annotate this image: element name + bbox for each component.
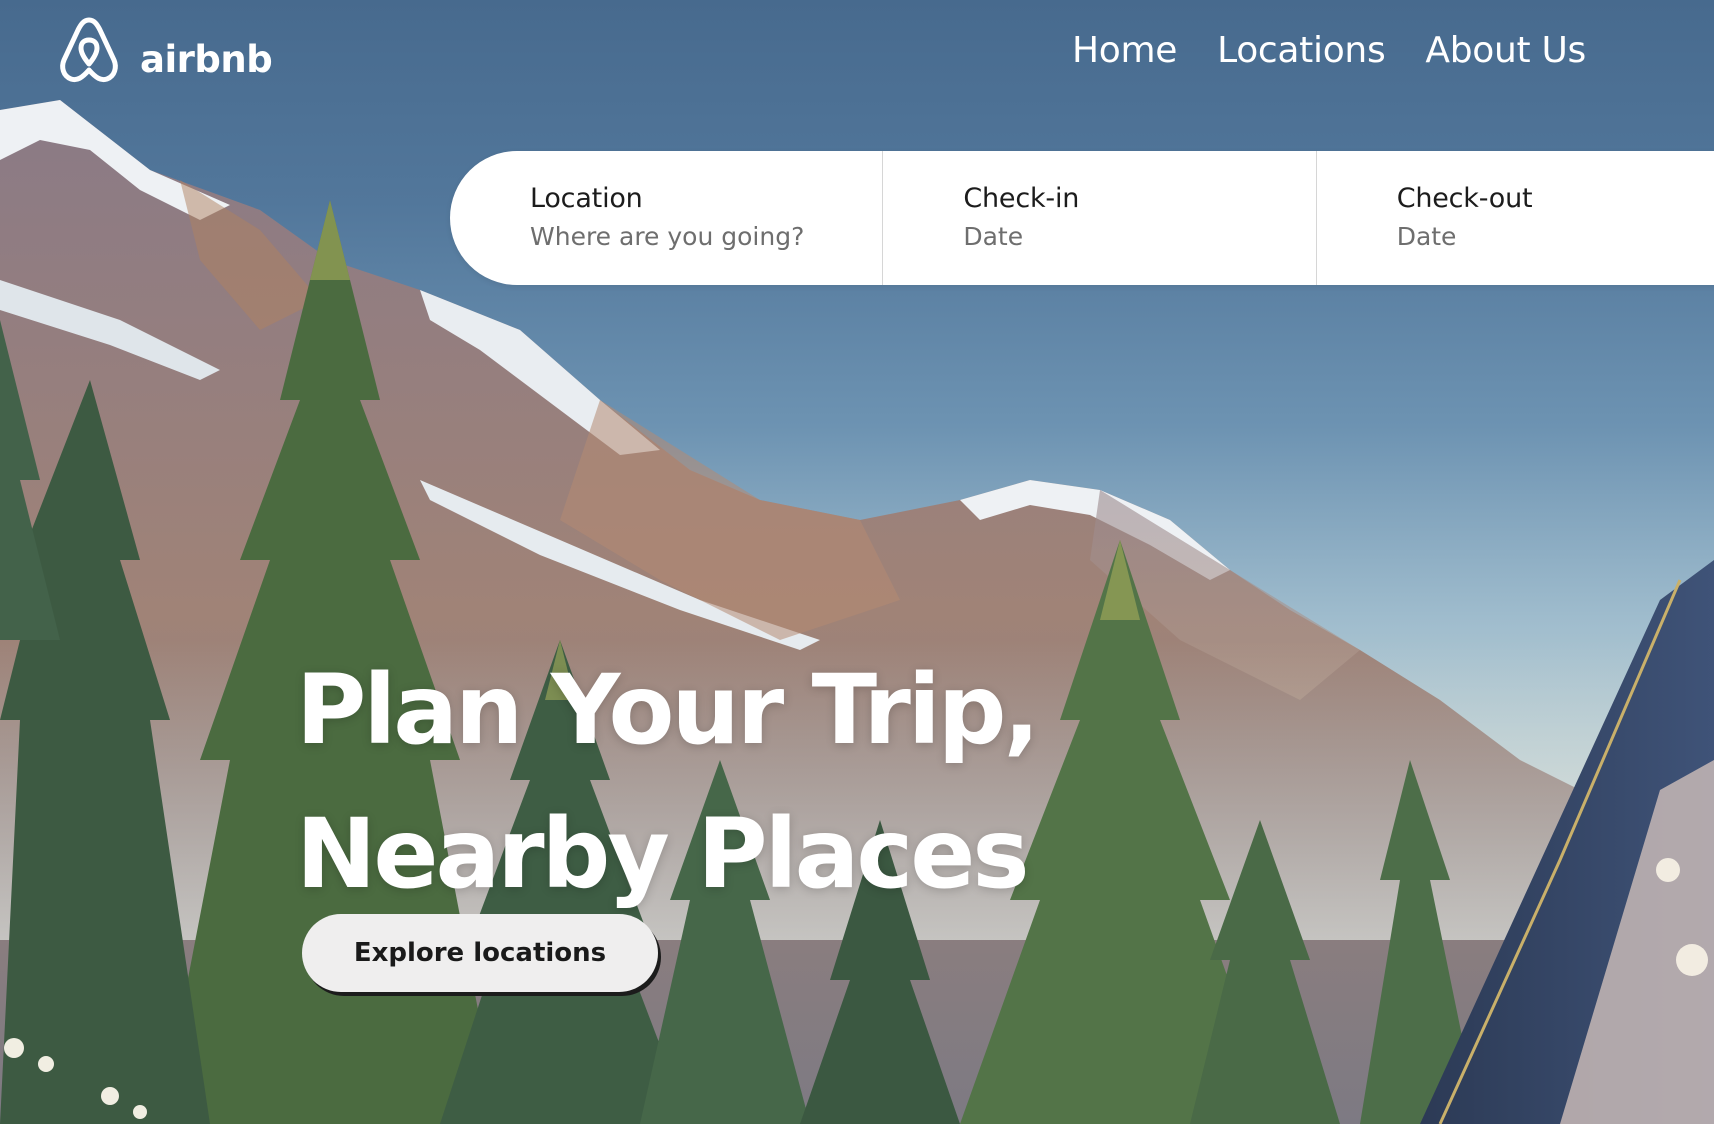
hero-title: Plan Your Trip, Nearby Places — [296, 638, 1040, 926]
location-label: Location — [530, 183, 643, 214]
brand-logo[interactable]: airbnb — [58, 16, 273, 84]
brand-name: airbnb — [140, 37, 273, 81]
explore-locations-button[interactable]: Explore locations — [302, 914, 658, 992]
search-bar: Location Check-in Check-out — [450, 151, 1714, 285]
hero-title-line-1: Plan Your Trip, — [296, 654, 1040, 766]
nav-link-about-us[interactable]: About Us — [1425, 30, 1586, 71]
search-field-location[interactable]: Location — [450, 151, 884, 285]
check-out-label: Check-out — [1396, 183, 1533, 214]
airbnb-belo-logo-icon — [60, 17, 118, 83]
main-nav: Home Locations About Us — [1072, 30, 1586, 71]
check-in-label: Check-in — [963, 183, 1080, 214]
check-out-input[interactable] — [1396, 222, 1714, 251]
search-field-check-in[interactable]: Check-in — [883, 151, 1317, 285]
page: airbnb Home Locations About Us Location … — [0, 0, 1714, 1124]
search-field-check-out[interactable]: Check-out — [1317, 151, 1714, 285]
location-input[interactable] — [530, 222, 860, 251]
hero-title-line-2: Nearby Places — [296, 798, 1029, 910]
nav-link-locations[interactable]: Locations — [1217, 30, 1386, 71]
nav-link-home[interactable]: Home — [1072, 30, 1177, 71]
check-in-input[interactable] — [963, 222, 1294, 251]
